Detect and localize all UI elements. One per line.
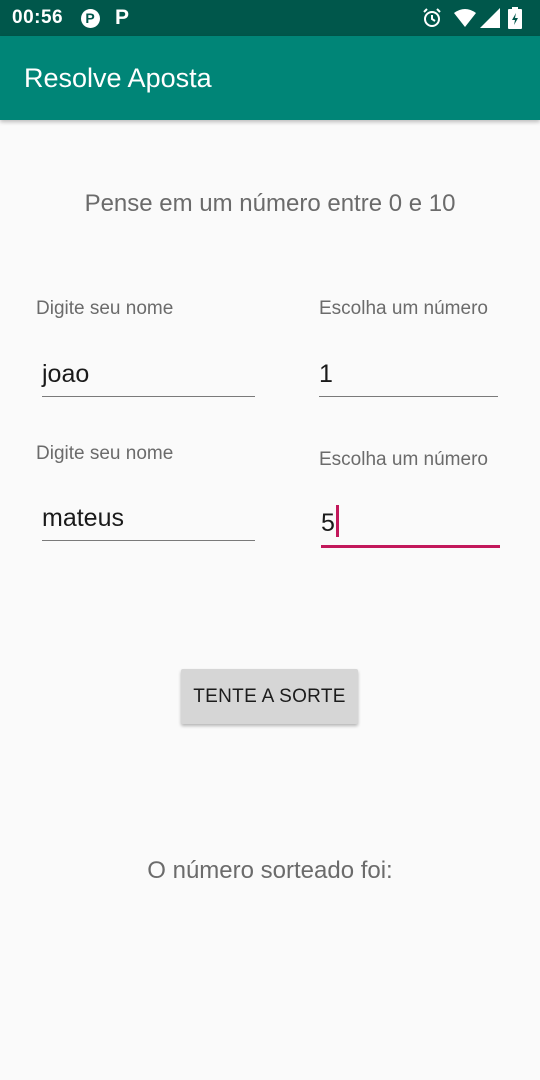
number-input-1-underline <box>319 396 498 397</box>
result-text: O número sorteado foi: <box>147 857 393 884</box>
number-label-2: Escolha um número <box>319 449 488 470</box>
number-input-2-underline <box>321 545 500 548</box>
app-bar: Resolve Aposta <box>0 36 540 120</box>
name-input-1[interactable]: joao <box>42 351 255 397</box>
try-luck-button[interactable]: TENTE A SORTE <box>181 669 358 724</box>
status-time: 00:56 <box>12 7 64 28</box>
name-input-1-value: joao <box>42 360 90 388</box>
number-input-2[interactable]: 5 <box>321 500 500 548</box>
number-input-1[interactable]: 1 <box>319 351 498 397</box>
status-bar: 00:56 P P <box>0 0 540 36</box>
name-label-2: Digite seu nome <box>36 443 174 464</box>
name-input-2-value: mateus <box>42 504 124 532</box>
number-input-2-value: 5 <box>321 509 335 537</box>
number-input-1-value: 1 <box>319 360 333 388</box>
name-input-1-underline <box>42 396 255 397</box>
name-label-1: Digite seu nome <box>36 298 174 319</box>
wifi-icon <box>454 7 476 29</box>
signal-icon <box>480 7 500 29</box>
alarm-icon <box>421 7 443 29</box>
name-input-2[interactable]: mateus <box>42 495 255 541</box>
p-app-icon: P <box>114 6 129 29</box>
text-cursor <box>335 505 339 537</box>
pinterest-icon: P <box>80 7 100 29</box>
number-input-2-content: 5 <box>321 505 339 538</box>
battery-icon <box>508 7 522 29</box>
name-input-2-underline <box>42 540 255 541</box>
number-label-1: Escolha um número <box>319 298 488 319</box>
instruction-text: Pense em um número entre 0 e 10 <box>84 190 456 217</box>
app-title: Resolve Aposta <box>24 63 212 93</box>
